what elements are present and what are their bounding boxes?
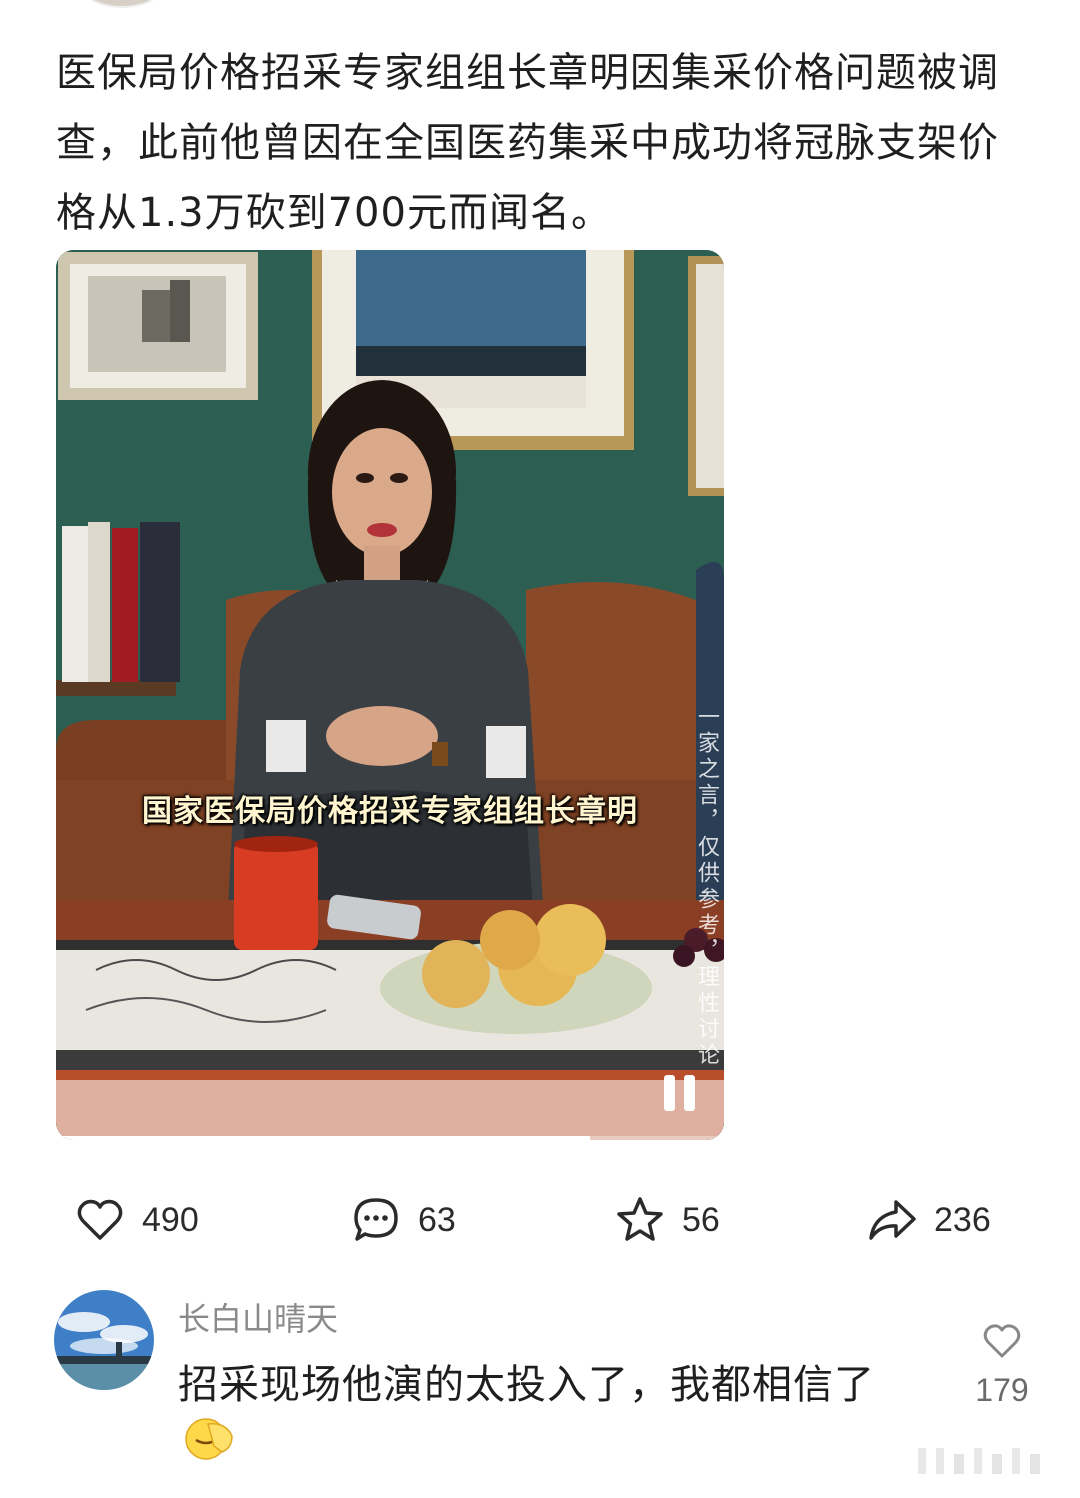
video-frame-illustration xyxy=(56,250,724,1140)
share-arrow-icon xyxy=(869,1200,916,1240)
post-page: 医保局价格招采专家组组长章明因集采价格问题被调查，此前他曾因在全国医药集采中成功… xyxy=(0,0,1080,1498)
comment-count: 63 xyxy=(418,1200,456,1239)
post-actions: 490 63 56 236 xyxy=(0,1188,1080,1252)
comment-button[interactable]: 63 xyxy=(350,1188,456,1252)
comment-icon xyxy=(354,1198,398,1241)
share-count: 236 xyxy=(934,1200,991,1239)
favorite-button[interactable]: 56 xyxy=(614,1188,720,1252)
post-text: 医保局价格招采专家组组长章明因集采价格问题被调查，此前他曾因在全国医药集采中成功… xyxy=(56,50,999,236)
comment-like-button[interactable]: 179 xyxy=(966,1320,1038,1409)
commenter-name[interactable]: 长白山晴天 xyxy=(178,1294,338,1340)
watermark-logo xyxy=(918,1448,1040,1474)
star-icon xyxy=(617,1197,663,1241)
video-player[interactable]: 一家之言，仅供参考，理性讨论 国家医保局价格招采专家组组长章明 xyxy=(56,250,724,1140)
like-count: 490 xyxy=(142,1200,199,1239)
comment-text: 招采现场他演的太投入了，我都相信了 xyxy=(178,1362,875,1408)
author-avatar[interactable] xyxy=(78,0,166,8)
facepalm-emoji xyxy=(185,1418,233,1460)
video-progress-bar[interactable] xyxy=(56,1136,724,1140)
video-disclaimer: 一家之言，仅供参考，理性讨论 xyxy=(694,705,719,1069)
share-button[interactable]: 236 xyxy=(866,1188,991,1252)
pause-icon[interactable] xyxy=(660,1075,700,1111)
favorite-count: 56 xyxy=(682,1200,720,1239)
heart-icon xyxy=(77,1199,123,1240)
video-progress-fill xyxy=(56,1136,591,1140)
heart-icon xyxy=(983,1324,1021,1358)
commenter-avatar[interactable] xyxy=(54,1290,154,1390)
avatar-sky-image xyxy=(54,1290,154,1390)
comment-like-count: 179 xyxy=(975,1372,1029,1408)
like-button[interactable]: 490 xyxy=(74,1188,199,1252)
video-subtitle: 国家医保局价格招采专家组组长章明 xyxy=(142,794,638,829)
